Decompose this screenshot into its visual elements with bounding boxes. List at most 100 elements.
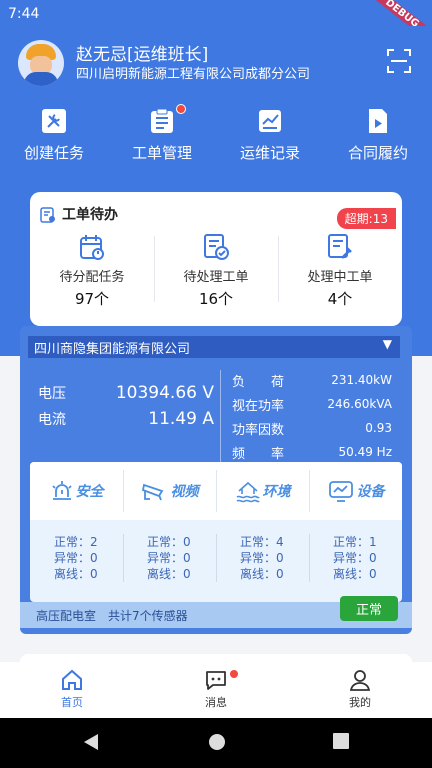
- scan-icon[interactable]: [386, 48, 412, 74]
- message-icon: [206, 671, 226, 690]
- normal-count: 正常：1: [333, 535, 377, 549]
- user-company: 四川启明新能源工程有限公司成都分公司: [76, 67, 311, 82]
- quick-action-label: 运维记录: [239, 144, 300, 162]
- stat-in-progress[interactable]: 处理中工单 4个: [278, 232, 402, 309]
- metric-row: 频 率 50.49 Hz: [232, 440, 392, 464]
- tab-label: 我的: [349, 696, 371, 709]
- stat-label: 待分配任务: [59, 270, 125, 285]
- offline-count: 离线：0: [147, 567, 191, 581]
- stat-pending-assign[interactable]: 待分配任务 97个: [30, 232, 154, 309]
- power-metrics: 负 荷 231.40kW 视在功率 246.60kVA 功率因数 0.93 频 …: [232, 368, 392, 464]
- abnormal-count: 异常：0: [240, 551, 284, 565]
- quick-actions: 创建任务 工单管理 运维记录 合同履约: [0, 104, 432, 163]
- metric-value: 0.93: [365, 421, 392, 435]
- quick-action-label: 合同履约: [347, 144, 408, 162]
- sensor-tab-environment[interactable]: 环境: [216, 462, 309, 520]
- normal-count: 正常：4: [240, 535, 284, 549]
- camera-icon: [141, 483, 163, 501]
- sensor-tab-label: 设备: [356, 484, 385, 500]
- metric-value: 246.60kVA: [327, 397, 392, 411]
- stat-count: 97个: [74, 290, 110, 308]
- tab-profile[interactable]: 我的: [288, 662, 432, 718]
- sensor-stats: 正常：2 异常：0 离线：0 正常：0 异常：0 离线：0 正常：4 异常：0 …: [30, 520, 402, 582]
- clipboard-icon: [151, 108, 173, 133]
- document-play-icon: [369, 109, 387, 133]
- status-time: 7:44: [8, 6, 40, 22]
- power-electrical: 电压 10394.66 V 电流 11.49 A: [38, 380, 214, 432]
- tab-home[interactable]: 首页: [0, 662, 144, 718]
- metric-label: 功率因数: [232, 422, 285, 438]
- chart-record-icon: [259, 110, 281, 132]
- alarm-light-icon: [51, 481, 72, 500]
- sensor-tabs: 安全 视频 环境 设备: [30, 462, 402, 520]
- work-order-card: 工单待办 超期:13 待分配任务 97个 待处理工单 16个 处理中工单 4个: [30, 192, 402, 326]
- divider: [220, 370, 221, 462]
- sensor-tab-label: 环境: [262, 484, 291, 500]
- metric-label: 负 荷: [232, 374, 285, 390]
- company-select[interactable]: 四川商隐集团能源有限公司 ▼: [28, 336, 400, 358]
- power-panel: 四川商隐集团能源有限公司 ▼ 电压 10394.66 V 电流 11.49 A …: [20, 326, 412, 634]
- tab-label: 消息: [205, 696, 227, 709]
- stat-pending-process[interactable]: 待处理工单 16个: [154, 232, 278, 309]
- normal-count: 正常：2: [54, 535, 98, 549]
- dropdown-arrow-icon: ▼: [382, 337, 392, 351]
- user-icon: [349, 670, 371, 691]
- quick-action-label: 工单管理: [131, 144, 192, 162]
- sensor-col-video: 正常：0 异常：0 离线：0: [123, 534, 216, 582]
- work-order-title-text: 工单待办: [62, 207, 118, 223]
- metric-row: 负 荷 231.40kW: [232, 368, 392, 392]
- metric-label: 视在功率: [232, 398, 285, 414]
- environment-icon: [236, 481, 260, 503]
- metric-value: 231.40kW: [331, 373, 392, 387]
- form-check-icon: [204, 234, 229, 260]
- quick-action-maintenance-log[interactable]: 运维记录: [216, 106, 324, 163]
- normal-count: 正常：0: [147, 535, 191, 549]
- stat-label: 处理中工单: [307, 270, 373, 285]
- home-button-icon[interactable]: [207, 732, 227, 752]
- metric-value: 50.49 Hz: [338, 445, 393, 459]
- avatar[interactable]: [18, 40, 64, 86]
- overdue-badge[interactable]: 超期:13: [336, 208, 396, 229]
- stat-count: 4个: [327, 290, 353, 308]
- voltage-value: 10394.66 V: [115, 383, 214, 403]
- stat-label: 待处理工单: [183, 270, 249, 285]
- notification-badge: [230, 670, 238, 678]
- metric-row: 视在功率 246.60kVA: [232, 392, 392, 416]
- back-icon[interactable]: [82, 732, 100, 752]
- quick-action-label: 创建任务: [23, 144, 84, 162]
- abnormal-count: 异常：0: [147, 551, 191, 565]
- offline-count: 离线：0: [333, 567, 377, 581]
- sensor-tab-safety[interactable]: 安全: [30, 462, 123, 520]
- quick-action-create-task[interactable]: 创建任务: [0, 106, 108, 163]
- sensor-tab-video[interactable]: 视频: [123, 462, 216, 520]
- offline-count: 离线：0: [240, 567, 284, 581]
- offline-count: 离线：0: [54, 567, 98, 581]
- quick-action-contract[interactable]: 合同履约: [324, 106, 432, 163]
- calendar-alert-icon: [80, 235, 104, 260]
- sensor-col-environment: 正常：4 异常：0 离线：0: [216, 534, 309, 582]
- sensor-tab-equipment[interactable]: 设备: [309, 462, 402, 520]
- work-order-title: 工单待办: [40, 204, 118, 224]
- current-value: 11.49 A: [148, 409, 214, 429]
- stat-count: 16个: [198, 290, 234, 308]
- sensor-tab-label: 安全: [75, 484, 104, 500]
- metric-row: 功率因数 0.93: [232, 416, 392, 440]
- tab-label: 首页: [61, 696, 83, 709]
- bottom-tab-bar: 首页 消息 我的: [0, 662, 432, 718]
- sensor-tab-label: 视频: [170, 484, 199, 500]
- sensor-col-equipment: 正常：1 异常：0 离线：0: [309, 534, 402, 582]
- tab-messages[interactable]: 消息: [144, 662, 288, 718]
- abnormal-count: 异常：0: [54, 551, 98, 565]
- form-tool-icon: [328, 234, 352, 259]
- monitor-icon: [328, 481, 353, 502]
- notification-badge: [176, 104, 186, 114]
- quick-action-work-orders[interactable]: 工单管理: [108, 104, 216, 163]
- abnormal-count: 异常：0: [333, 551, 377, 565]
- status-badge[interactable]: 正常: [339, 596, 398, 621]
- recents-icon[interactable]: [332, 732, 350, 750]
- work-order-stats: 待分配任务 97个 待处理工单 16个 处理中工单 4个: [30, 232, 402, 309]
- company-select-value: 四川商隐集团能源有限公司: [34, 342, 191, 357]
- system-nav-bar: [0, 718, 432, 768]
- user-name: 赵无忌[运维班长]: [76, 45, 209, 65]
- metric-label: 频 率: [232, 446, 285, 462]
